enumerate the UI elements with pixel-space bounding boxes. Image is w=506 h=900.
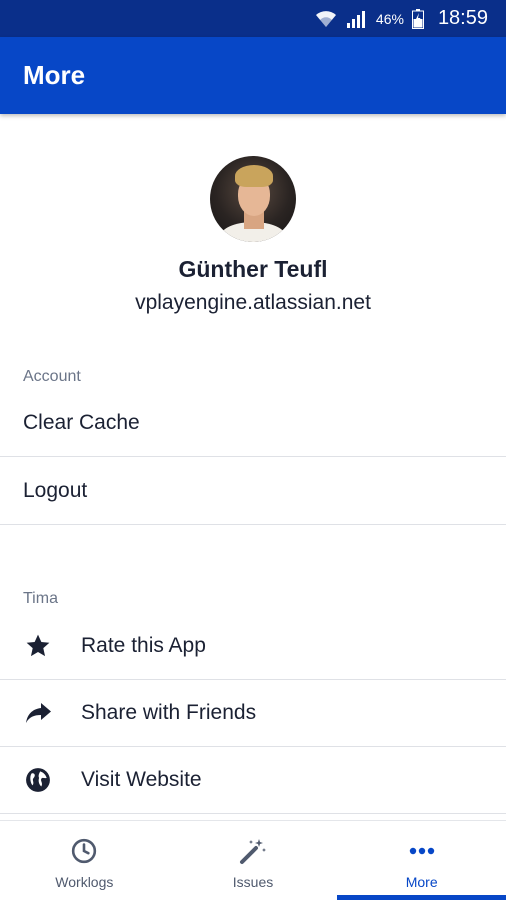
profile-name: Günther Teufl (178, 256, 328, 282)
logout-label: Logout (23, 479, 88, 502)
app-bar: More (0, 37, 506, 114)
share-icon (23, 698, 53, 728)
more-dots-icon (409, 836, 435, 866)
section-label-account: Account (23, 368, 81, 385)
share-item[interactable]: Share with Friends (0, 680, 506, 747)
tab-more[interactable]: More (337, 821, 506, 900)
tab-issues-label: Issues (232, 873, 274, 890)
logout-item[interactable]: Logout (0, 458, 506, 525)
bottom-navigation: Worklogs Issues More (0, 820, 506, 900)
profile-site: vplayengine.atlassian.net (135, 291, 371, 314)
tab-more-label: More (405, 873, 438, 890)
profile-header: Günther Teufl vplayengine.atlassian.net (0, 156, 506, 315)
clock-icon (71, 836, 97, 866)
battery-icon (411, 8, 424, 29)
star-icon (23, 631, 53, 661)
battery-percent: 46% (375, 10, 404, 27)
active-tab-indicator (337, 895, 506, 900)
clock-time: 18:59 (437, 7, 488, 29)
signal-icon (346, 9, 368, 29)
clear-cache-item[interactable]: Clear Cache (0, 390, 506, 457)
rate-app-item[interactable]: Rate this App (0, 613, 506, 680)
avatar (210, 156, 296, 242)
tab-worklogs[interactable]: Worklogs (0, 821, 169, 900)
status-bar: 46% 18:59 (0, 0, 506, 37)
globe-icon (23, 765, 53, 795)
share-label: Share with Friends (81, 701, 257, 724)
section-label-tima: Tima (23, 590, 58, 607)
visit-website-label: Visit Website (81, 768, 202, 791)
wifi-icon (314, 9, 338, 29)
clear-cache-label: Clear Cache (23, 411, 140, 434)
magic-wand-icon (239, 836, 267, 866)
page-title: More (23, 60, 86, 90)
tab-issues[interactable]: Issues (169, 821, 338, 900)
tab-worklogs-label: Worklogs (55, 873, 114, 890)
visit-website-item[interactable]: Visit Website (0, 747, 506, 814)
rate-app-label: Rate this App (81, 634, 206, 657)
